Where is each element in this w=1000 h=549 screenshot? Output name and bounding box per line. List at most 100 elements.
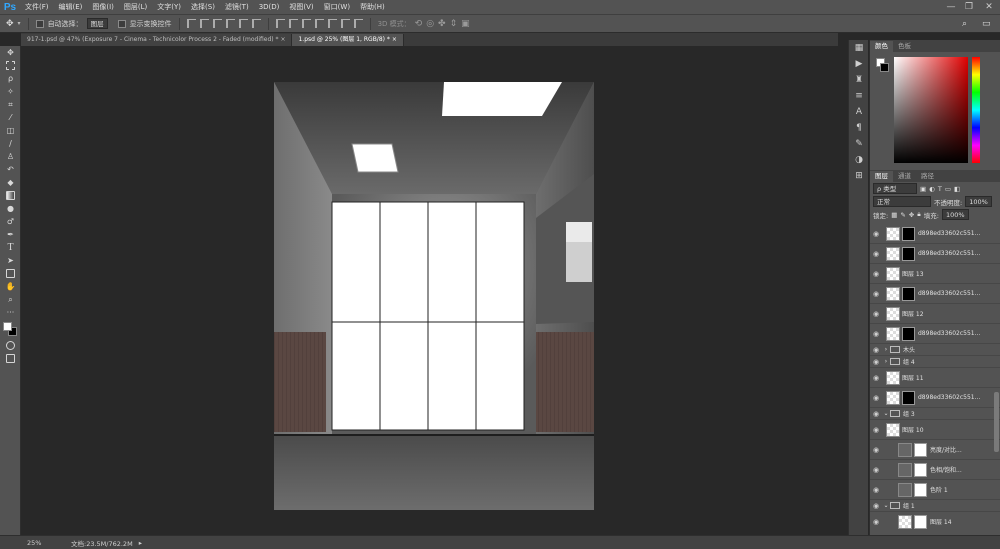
visibility-eye-icon[interactable]: ◉ <box>870 310 882 318</box>
eraser-icon[interactable]: ◆ <box>0 176 21 189</box>
menu-item-1[interactable]: 编辑(E) <box>54 0 88 15</box>
filter-adjust-icon[interactable]: ◐ <box>929 185 935 193</box>
menu-item-5[interactable]: 选择(S) <box>186 0 220 15</box>
visibility-eye-icon[interactable]: ◉ <box>870 394 882 402</box>
tool-preset-dropdown[interactable]: ▾ <box>18 20 21 27</box>
layers-scrollbar[interactable] <box>994 392 999 452</box>
paragraph-panel-icon[interactable]: ¶ <box>849 120 869 136</box>
layer-row[interactable]: ◉ d898ed33602c551... <box>870 324 1000 344</box>
background-swatch[interactable] <box>880 63 889 72</box>
layer-row[interactable]: ◉ 图层 13 <box>870 264 1000 284</box>
zoom-level[interactable]: 25% <box>0 539 67 547</box>
3d-roll-icon[interactable]: ◎ <box>426 19 434 29</box>
visibility-eye-icon[interactable]: ◉ <box>870 410 882 418</box>
group-expand-icon[interactable]: › <box>882 358 890 365</box>
visibility-eye-icon[interactable]: ◉ <box>870 518 882 526</box>
color-field[interactable] <box>894 57 968 163</box>
more-tools-icon[interactable]: ··· <box>0 306 21 319</box>
lasso-tool-icon[interactable]: ρ <box>0 72 21 85</box>
3d-scale-icon[interactable]: ▣ <box>461 19 470 29</box>
tab-close-icon[interactable]: × <box>390 36 397 43</box>
dodge-tool-icon[interactable]: ♂ <box>0 215 21 228</box>
close-icon[interactable]: ✕ <box>982 0 996 15</box>
visibility-eye-icon[interactable]: ◉ <box>870 446 882 454</box>
layer-mask-thumbnail[interactable] <box>914 482 927 497</box>
layer-mask-thumbnail[interactable] <box>914 442 927 457</box>
layer-row[interactable]: ◉ d898ed33602c551... <box>870 244 1000 264</box>
tab-channels[interactable]: 通道 <box>893 171 916 182</box>
brushes-panel-icon[interactable]: ✎ <box>849 136 869 152</box>
layer-mask-thumbnail[interactable] <box>902 390 915 405</box>
layer-row[interactable]: ◉ 图层 14 <box>870 512 1000 531</box>
align-top-icon[interactable] <box>186 19 196 28</box>
menu-item-10[interactable]: 帮助(H) <box>355 0 390 15</box>
character-panel-icon[interactable]: A <box>849 104 869 120</box>
fill-field[interactable]: 100% <box>941 209 969 220</box>
layer-mask-thumbnail[interactable] <box>902 226 915 241</box>
visibility-eye-icon[interactable]: ◉ <box>870 346 882 354</box>
path-select-icon[interactable]: ➤ <box>0 254 21 267</box>
menu-item-3[interactable]: 图层(L) <box>119 0 152 15</box>
blur-tool-icon[interactable]: ● <box>0 202 21 215</box>
distribute-top-icon[interactable] <box>275 19 285 28</box>
move-tool-icon[interactable]: ✥ <box>6 19 14 29</box>
adjust-panel-icon[interactable]: ♜ <box>849 72 869 88</box>
layer-row[interactable]: ◉ 色相/饱和... <box>870 460 1000 480</box>
document-canvas[interactable] <box>274 82 594 510</box>
history-panel-icon[interactable]: ▦ <box>849 40 869 56</box>
menu-item-7[interactable]: 3D(D) <box>254 0 285 15</box>
healing-brush-icon[interactable]: ◫ <box>0 124 21 137</box>
filter-shape-icon[interactable]: ▭ <box>945 185 951 193</box>
align-vcenter-icon[interactable] <box>199 19 209 28</box>
menu-item-0[interactable]: 文件(F) <box>20 0 54 15</box>
lock-all-icon[interactable]: 🔒︎ <box>917 210 920 219</box>
layer-row[interactable]: ◉ d898ed33602c551... <box>870 284 1000 304</box>
quick-mask-icon[interactable] <box>0 339 21 352</box>
document-tab-1[interactable]: 1.psd @ 25% (图层 1, RGB/8) * × <box>292 34 404 46</box>
tab-color[interactable]: 颜色 <box>870 41 893 52</box>
visibility-eye-icon[interactable]: ◉ <box>870 270 882 278</box>
lock-pixels-icon[interactable]: ▦ <box>891 211 897 219</box>
gradient-tool-icon[interactable] <box>0 189 21 202</box>
status-menu-arrow-icon[interactable]: ▸ <box>139 539 142 547</box>
actions-panel-icon[interactable]: ▶ <box>849 56 869 72</box>
visibility-eye-icon[interactable]: ◉ <box>870 230 882 238</box>
menu-item-4[interactable]: 文字(Y) <box>152 0 186 15</box>
clone-stamp-icon[interactable]: ♙ <box>0 150 21 163</box>
3d-rotate-icon[interactable]: ⟲ <box>415 19 423 29</box>
layer-row[interactable]: ◉ 图层 10 <box>870 420 1000 440</box>
lock-position-icon[interactable]: ✥ <box>909 211 914 219</box>
navigator-panel-icon[interactable]: ⊞ <box>849 168 869 184</box>
layer-row[interactable]: ◉ 亮度/对比... <box>870 440 1000 460</box>
type-tool-icon[interactable]: T <box>0 241 21 254</box>
auto-align-icon[interactable] <box>353 19 363 28</box>
visibility-eye-icon[interactable]: ◉ <box>870 250 882 258</box>
distribute-right-icon[interactable] <box>340 19 350 28</box>
visibility-eye-icon[interactable]: ◉ <box>870 466 882 474</box>
layer-row[interactable]: ◉ › 组 4 <box>870 356 1000 368</box>
color-swatches[interactable] <box>0 319 20 339</box>
tab-close-icon[interactable]: × <box>279 36 285 43</box>
distribute-bottom-icon[interactable] <box>301 19 311 28</box>
styles-panel-icon[interactable]: ◑ <box>849 152 869 168</box>
minimize-icon[interactable]: — <box>944 0 958 15</box>
layer-row[interactable]: ◉ 色阶 1 <box>870 480 1000 500</box>
maximize-icon[interactable]: ❐ <box>962 0 976 15</box>
group-expand-icon[interactable]: ⌄ <box>882 502 890 509</box>
layer-mask-thumbnail[interactable] <box>914 462 927 477</box>
rectangle-tool-icon[interactable] <box>0 267 21 280</box>
group-expand-icon[interactable]: ⌄ <box>882 410 890 417</box>
show-transform-checkbox[interactable] <box>117 19 126 28</box>
tab-swatches[interactable]: 色板 <box>893 41 916 52</box>
lock-paint-icon[interactable]: ✎ <box>900 211 905 219</box>
hue-slider[interactable] <box>972 57 980 163</box>
brush-tool-icon[interactable]: ∕ <box>0 137 21 150</box>
layer-row[interactable]: ◉ ⌄ 组 1 <box>870 500 1000 512</box>
filter-smart-icon[interactable]: ◧ <box>954 185 960 193</box>
layer-row[interactable]: ◉ d898ed33602c551... <box>870 224 1000 244</box>
move-tool-icon[interactable]: ✥ <box>0 46 21 59</box>
screen-mode-icon[interactable] <box>0 352 21 365</box>
properties-panel-icon[interactable]: ≡ <box>849 88 869 104</box>
3d-pan-icon[interactable]: ✤ <box>438 19 446 29</box>
hand-tool-icon[interactable]: ✋ <box>0 280 21 293</box>
